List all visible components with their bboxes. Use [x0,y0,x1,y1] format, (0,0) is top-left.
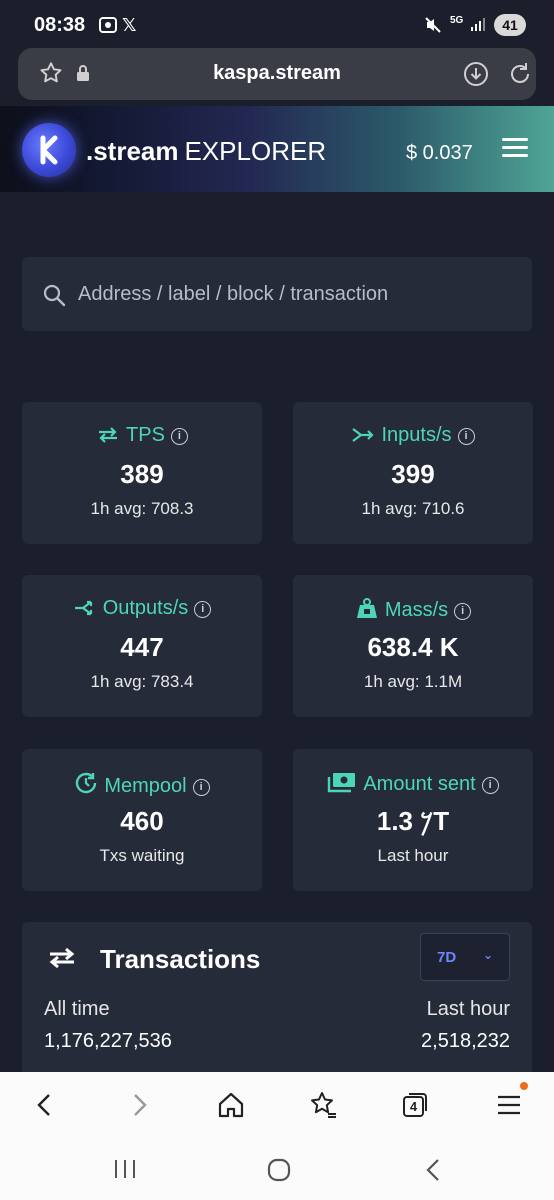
stat-card-outputs: Outputs/s i 447 1h avg: 783.4 [22,575,262,717]
stat-value: 460 [120,806,164,836]
system-back-icon[interactable] [422,1158,446,1187]
home-icon[interactable] [216,1090,246,1120]
browser-bottom-nav: 4 [0,1072,554,1136]
battery-indicator: 41 [494,14,526,36]
stat-card-tps: TPS i 389 1h avg: 708.3 [22,402,262,544]
stat-value: 399 [391,459,435,489]
stat-card-mempool: Mempool i 460 Txs waiting [22,749,262,891]
network-type: 5G [450,15,464,26]
stat-subtext: 1h avg: 708.3 [90,499,194,518]
stat-value: 638.4 K [367,632,459,662]
swap-arrows-icon [46,946,78,975]
info-icon[interactable]: i [192,779,210,796]
stat-subtext: 1h avg: 710.6 [361,499,465,518]
weight-icon [356,598,377,618]
stat-card-amount-sent: Amount sent i 𐤊 1.3T Last hour [293,749,533,891]
all-time-label: All time [44,998,110,1020]
info-icon[interactable]: i [481,777,499,794]
transactions-title: Transactions [100,944,261,974]
info-icon[interactable]: i [454,603,472,620]
recent-apps-icon[interactable] [112,1158,138,1185]
system-nav-bar [0,1136,554,1200]
mute-icon [424,16,442,39]
search-input[interactable] [78,257,518,331]
bookmarks-icon[interactable] [308,1090,338,1120]
stat-label: TPS [126,424,165,446]
notification-dot-icon [520,1082,528,1090]
brand-name: .stream [86,136,179,166]
kas-price: $ 0.037 [406,142,473,164]
site-header: .stream EXPLORER $ 0.037 [0,106,554,192]
download-icon[interactable] [462,60,490,93]
home-circle-icon[interactable] [266,1158,292,1187]
time-range-value: 7D [437,949,457,966]
money-icon [328,773,356,793]
tabs-count: 4 [409,1099,418,1114]
x-app-icon: 𝕏 [122,15,137,35]
stat-subtext: 1h avg: 1.1M [363,672,463,691]
search-icon [42,283,66,312]
last-hour-value: 2,518,232 [421,1030,510,1052]
split-arrow-icon [74,600,92,616]
stat-label: Outputs/s [102,597,189,619]
forward-button[interactable] [124,1090,154,1120]
stat-value: 389 [120,459,164,489]
stat-subtext: Last hour [377,846,449,865]
stat-value: 𐤊 1.3T [376,806,450,836]
reload-icon[interactable] [506,60,534,93]
kaspa-logo-icon[interactable] [22,123,76,177]
stat-value: 447 [120,632,164,662]
brand-title[interactable]: .stream EXPLORER [86,136,326,167]
clock-refresh-icon [76,772,97,794]
status-bar: 08:38 𝕏 5G 41 [0,0,554,48]
time-range-select[interactable]: 7D ⌄ [420,933,510,981]
search-box[interactable] [22,257,532,331]
address-bar[interactable]: kaspa.stream [18,48,536,100]
info-icon[interactable]: i [194,601,212,618]
merge-arrow-icon [352,428,375,442]
hamburger-menu-button[interactable] [502,138,528,158]
transactions-panel: Transactions 7D ⌄ All time 1,176,227,536… [22,922,532,1082]
stat-card-inputs: Inputs/s i 399 1h avg: 710.6 [293,402,533,544]
signal-icon [470,16,486,37]
chevron-down-icon: ⌄ [483,948,494,962]
screenshot-icon [98,16,118,39]
back-button[interactable] [30,1090,60,1120]
last-hour-label: Last hour [426,998,510,1020]
swap-arrows-icon [99,427,118,443]
all-time-value: 1,176,227,536 [44,1030,172,1052]
tabs-button[interactable]: 4 [400,1090,430,1120]
stat-subtext: 1h avg: 783.4 [90,672,194,691]
stat-label: Inputs/s [381,424,452,446]
browser-menu-icon[interactable] [494,1082,528,1120]
stat-label: Mass/s [384,599,449,621]
stat-subtext: Txs waiting [99,846,185,865]
stat-label: Mempool [104,775,187,797]
stat-card-mass: Mass/s i 638.4 K 1h avg: 1.1M [293,575,533,717]
info-icon[interactable]: i [170,428,188,445]
status-time: 08:38 [34,14,86,36]
brand-subtitle: EXPLORER [184,136,327,166]
url-text[interactable]: kaspa.stream [18,62,536,85]
stat-label: Amount sent [363,773,476,795]
info-icon[interactable]: i [457,428,475,445]
